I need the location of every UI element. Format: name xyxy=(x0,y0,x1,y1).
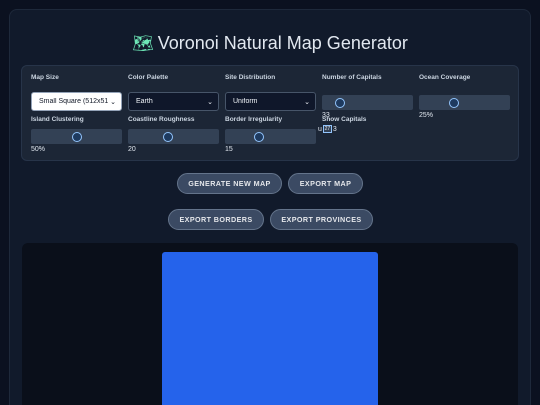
map-icon: 🗺 xyxy=(132,34,154,53)
color-palette-value: Earth xyxy=(136,98,153,105)
show-capitals-prefix: u xyxy=(318,125,322,133)
site-distribution-label: Site Distribution xyxy=(225,74,276,81)
border-irregularity-value: 15 xyxy=(225,146,233,153)
show-capitals-suffix: 3 xyxy=(332,125,337,133)
color-palette-label: Color Palette xyxy=(128,74,169,81)
island-clustering-label: Island Clustering xyxy=(31,116,84,123)
island-clustering-slider[interactable] xyxy=(31,129,122,144)
export-provinces-button[interactable]: EXPORT PROVINCES xyxy=(270,209,373,230)
map-canvas[interactable] xyxy=(162,252,378,405)
chevron-down-icon: ⌄ xyxy=(304,98,310,106)
slider-thumb[interactable] xyxy=(335,97,346,108)
slider-thumb[interactable] xyxy=(253,131,264,142)
slider-thumb[interactable] xyxy=(71,131,82,142)
number-of-capitals-label: Number of Capitals xyxy=(322,74,382,81)
ocean-coverage-label: Ocean Coverage xyxy=(419,74,471,81)
coastline-roughness-label: Coastline Roughness xyxy=(128,116,195,123)
map-size-label: Map Size xyxy=(31,74,59,81)
chevron-down-icon: ⌄ xyxy=(207,98,213,106)
number-of-capitals-slider[interactable] xyxy=(322,95,413,110)
coastline-roughness-value: 20 xyxy=(128,146,136,153)
export-borders-button[interactable]: EXPORT BORDERS xyxy=(168,209,264,230)
site-distribution-select[interactable]: Uniform ⌄ xyxy=(225,92,316,111)
map-size-select[interactable]: Small Square (512x512 ⌄ xyxy=(31,92,122,111)
border-irregularity-label: Border Irregularity xyxy=(225,116,283,123)
page-title: 🗺 Voronoi Natural Map Generator xyxy=(0,33,540,54)
map-size-value: Small Square (512x512 xyxy=(39,98,109,105)
generate-new-map-button[interactable]: GENERATE NEW MAP xyxy=(177,173,282,194)
ocean-coverage-value: 25% xyxy=(419,112,434,119)
coastline-roughness-slider[interactable] xyxy=(128,129,219,144)
show-capitals-value[interactable]: u 27 3 xyxy=(318,125,337,133)
site-distribution-value: Uniform xyxy=(233,98,258,105)
slider-thumb[interactable] xyxy=(448,97,459,108)
chevron-down-icon: ⌄ xyxy=(110,98,116,106)
ocean-coverage-slider[interactable] xyxy=(419,95,510,110)
show-capitals-label: Show Capitals xyxy=(322,116,367,123)
island-clustering-value: 50% xyxy=(31,146,46,153)
slider-thumb[interactable] xyxy=(163,131,174,142)
controls-panel: Map Size Small Square (512x512 ⌄ Color P… xyxy=(21,65,519,161)
show-capitals-checkbox[interactable]: 27 xyxy=(322,125,332,133)
export-map-button[interactable]: EXPORT MAP xyxy=(288,173,363,194)
page-title-text: Voronoi Natural Map Generator xyxy=(157,33,408,53)
color-palette-select[interactable]: Earth ⌄ xyxy=(128,92,219,111)
border-irregularity-slider[interactable] xyxy=(225,129,316,144)
